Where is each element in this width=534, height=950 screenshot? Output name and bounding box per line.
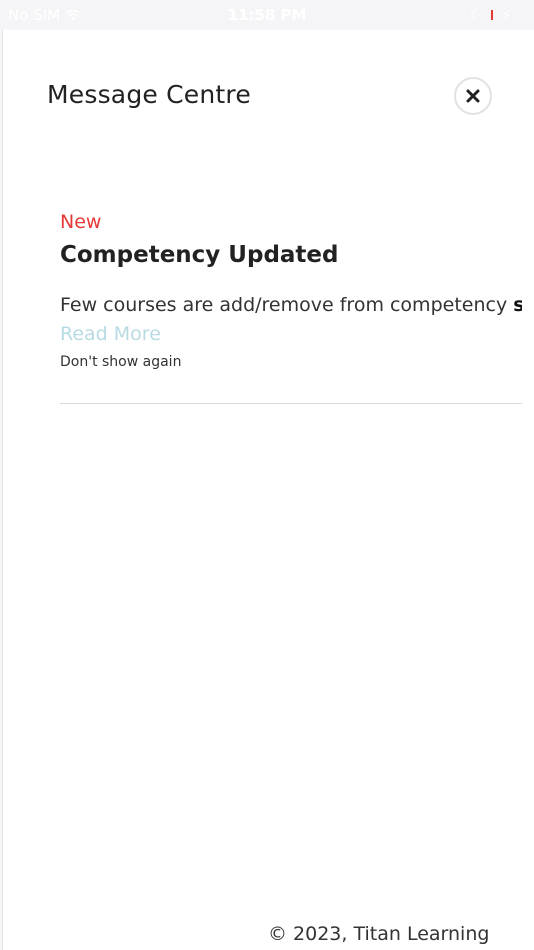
status-time: 11:58 PM xyxy=(227,6,307,24)
footer-copyright: © 2023, Titan Learning xyxy=(268,923,490,945)
new-badge: New xyxy=(60,211,102,233)
battery-low-indicator xyxy=(491,10,494,20)
message-item: New Competency Updated Few courses are a… xyxy=(60,210,522,372)
message-body-bold: sh xyxy=(513,294,522,316)
dont-show-again-link[interactable]: Don't show again xyxy=(60,352,522,372)
message-centre-panel: Message Centre New Competency Updated Fe… xyxy=(2,30,534,950)
status-bar: No SIM 11:58 PM ☾ ⚡ xyxy=(0,0,534,30)
divider xyxy=(60,403,522,404)
read-more-link[interactable]: Read More xyxy=(60,322,161,346)
screen: No SIM 11:58 PM ☾ ⚡ Message Centre New C… xyxy=(0,0,534,950)
close-button[interactable] xyxy=(454,77,492,115)
status-right: ☾ ⚡ xyxy=(470,6,512,24)
page-title: Message Centre xyxy=(47,80,251,109)
message-title: Competency Updated xyxy=(60,242,339,268)
message-body: Few courses are add/remove from competen… xyxy=(60,292,522,318)
battery-icon: ⚡ xyxy=(501,6,512,24)
close-icon xyxy=(466,89,480,103)
moon-icon: ☾ xyxy=(470,6,484,24)
message-body-text: Few courses are add/remove from competen… xyxy=(60,294,514,316)
